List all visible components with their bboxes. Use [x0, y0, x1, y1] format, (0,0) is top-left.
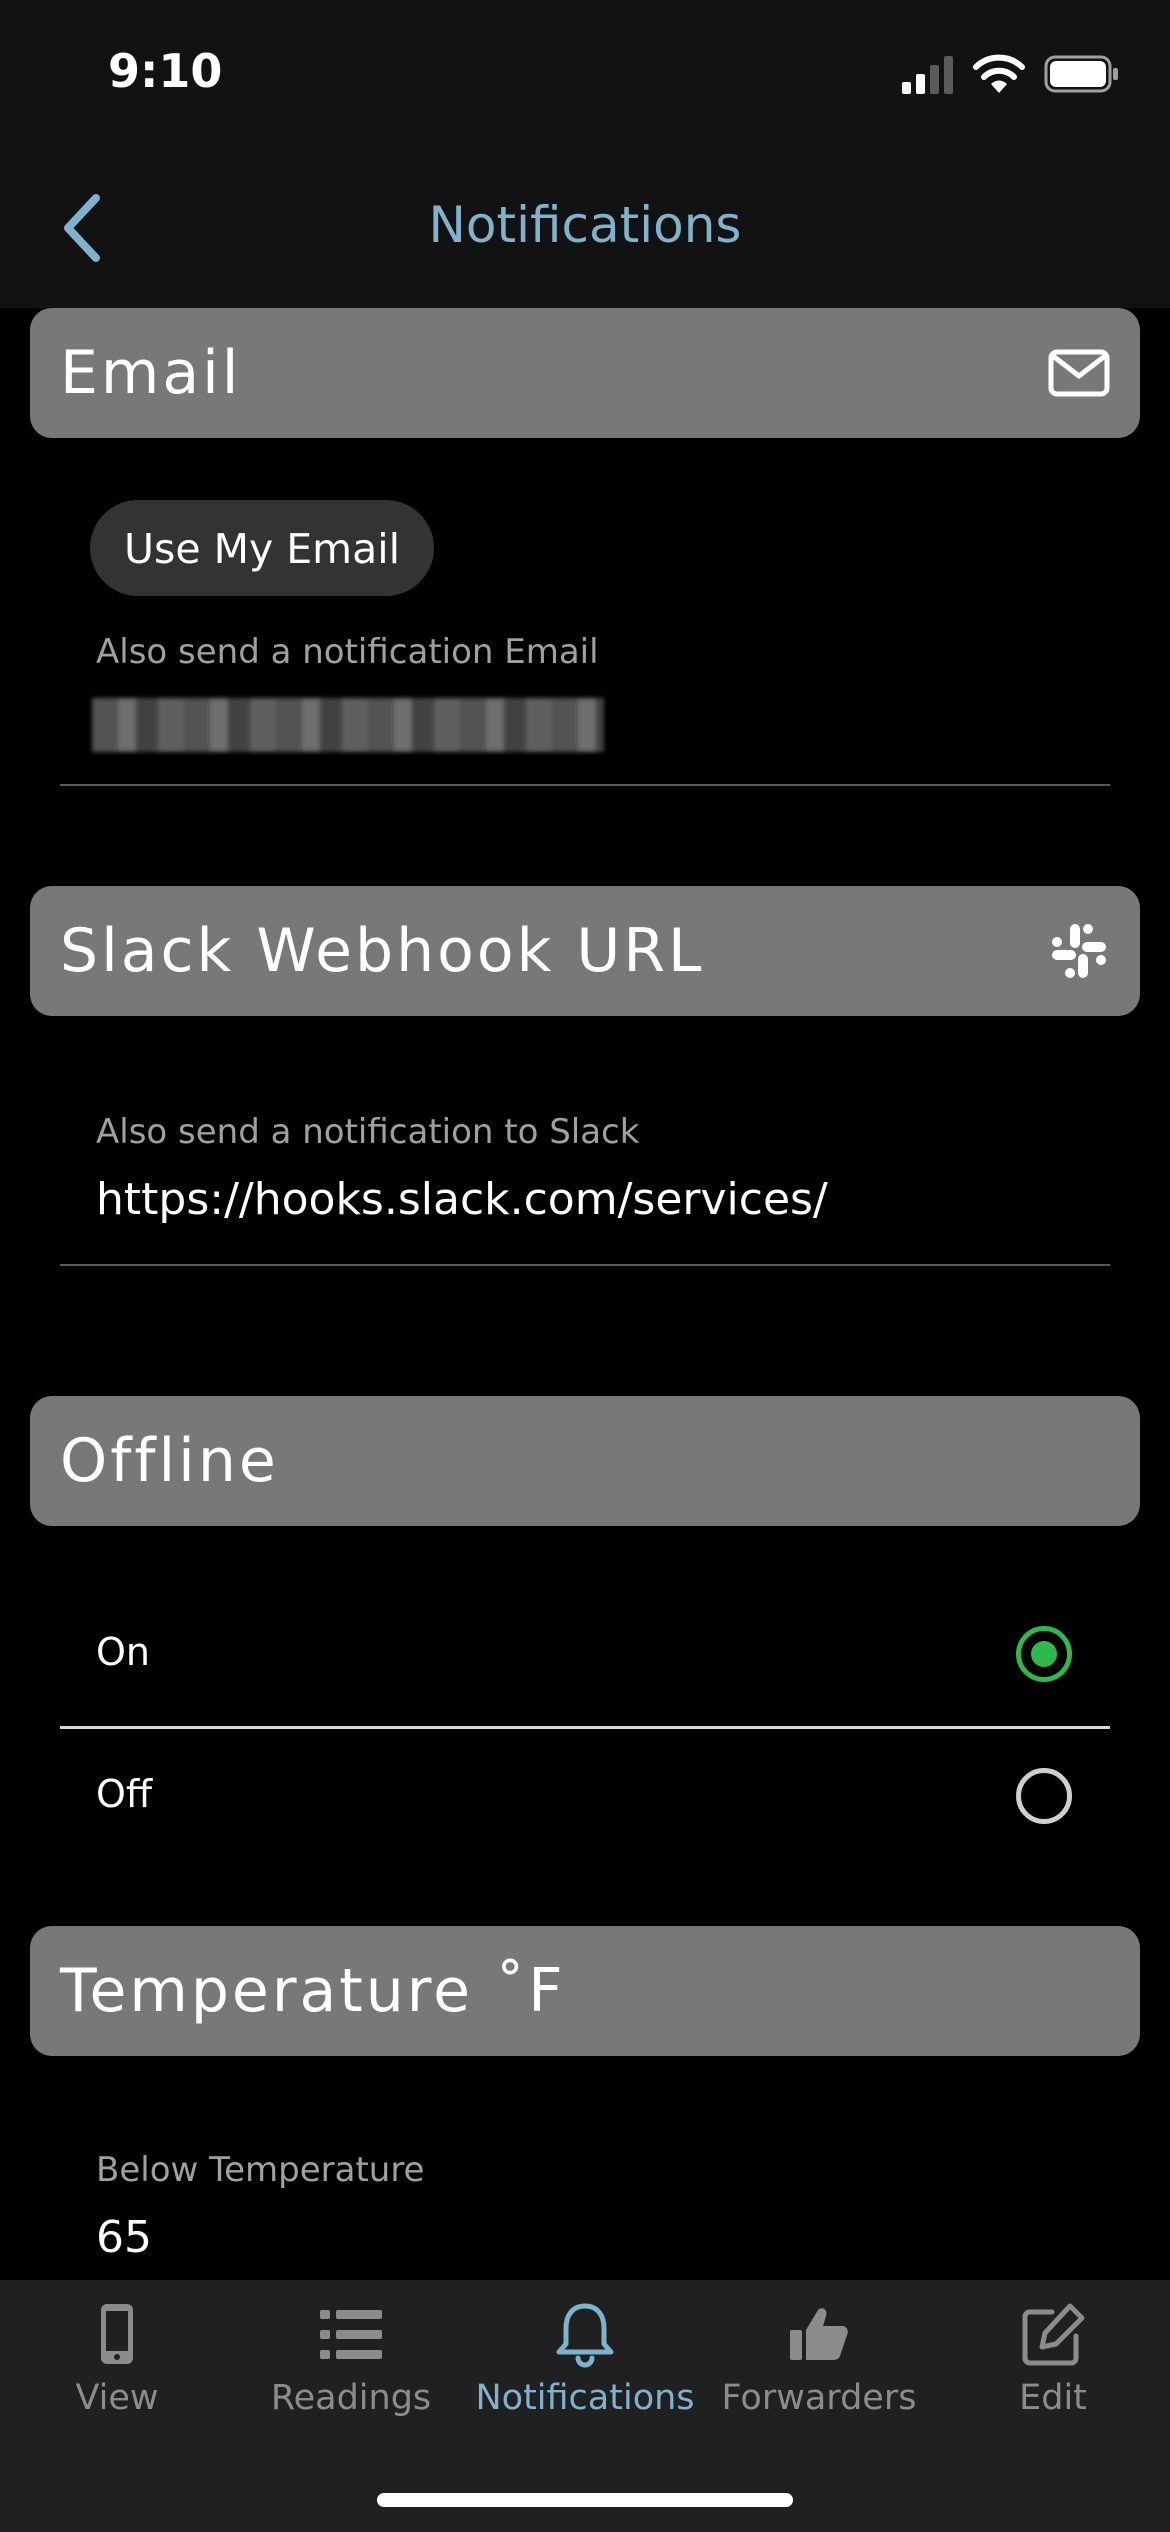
nav-bar: Notifications: [0, 150, 1170, 308]
offline-section-title: Offline: [60, 1426, 279, 1496]
list-icon: [320, 2310, 382, 2359]
bell-icon: [556, 2303, 614, 2368]
tab-edit-label: Edit: [1019, 2378, 1087, 2418]
slack-field-label: Also send a notification to Slack: [96, 1112, 640, 1152]
tab-readings[interactable]: Readings: [234, 2300, 468, 2440]
tab-readings-label: Readings: [270, 2378, 432, 2418]
wifi-icon: [973, 54, 1025, 93]
page-title: Notifications: [428, 196, 742, 254]
email-field-label: Also send a notification Email: [96, 632, 599, 672]
radio-selected-icon[interactable]: [1016, 1626, 1072, 1682]
tab-notifications[interactable]: Notifications: [468, 2300, 702, 2440]
offline-section-header: Offline: [30, 1396, 1140, 1526]
status-bar: 9:10: [0, 0, 1170, 150]
email-field-underline: [60, 784, 1110, 786]
phone-icon: [101, 2304, 133, 2364]
radio-unselected-icon[interactable]: [1016, 1768, 1072, 1824]
use-my-email-button[interactable]: Use My Email: [90, 500, 434, 596]
temperature-section-header: Temperature ˚F: [30, 1926, 1140, 2056]
slack-section-title: Slack Webhook URL: [60, 916, 705, 986]
offline-option-on-label: On: [96, 1630, 150, 1674]
slack-section-header: Slack Webhook URL: [30, 886, 1140, 1016]
email-section-header: Email: [30, 308, 1140, 438]
slack-field-underline: [60, 1264, 1110, 1266]
cellular-signal-icon: [902, 56, 953, 94]
below-temperature-label: Below Temperature: [96, 2150, 425, 2190]
tab-forwarders[interactable]: Forwarders: [702, 2300, 936, 2440]
tab-notifications-label: Notifications: [475, 2378, 695, 2418]
thumbs-up-icon: [790, 2308, 848, 2360]
slack-webhook-input[interactable]: https://hooks.slack.com/services/: [96, 1174, 828, 1225]
temperature-section-title: Temperature ˚F: [60, 1956, 566, 2026]
home-indicator[interactable]: [377, 2493, 793, 2507]
edit-icon: [1022, 2303, 1085, 2366]
email-input-redacted[interactable]: [92, 698, 604, 752]
envelope-icon: [1048, 349, 1110, 397]
offline-option-off[interactable]: Off: [60, 1728, 1110, 1868]
tab-view-label: View: [75, 2378, 159, 2418]
battery-icon: [1044, 55, 1118, 93]
offline-option-off-label: Off: [96, 1772, 153, 1816]
tab-edit[interactable]: Edit: [936, 2300, 1170, 2440]
status-time: 9:10: [108, 44, 223, 98]
offline-option-on[interactable]: On: [60, 1586, 1110, 1726]
tab-forwarders-label: Forwarders: [721, 2378, 917, 2418]
notifications-content[interactable]: Email Use My Email Also send a notificat…: [0, 308, 1170, 2280]
tab-view[interactable]: View: [0, 2300, 234, 2440]
slack-icon: [1052, 924, 1106, 978]
email-section-title: Email: [60, 338, 242, 408]
status-icons: [902, 52, 1120, 96]
screen: 9:10 Notifications Email Use My Email Al…: [0, 0, 1170, 2532]
below-temperature-input[interactable]: 65: [96, 2212, 152, 2263]
